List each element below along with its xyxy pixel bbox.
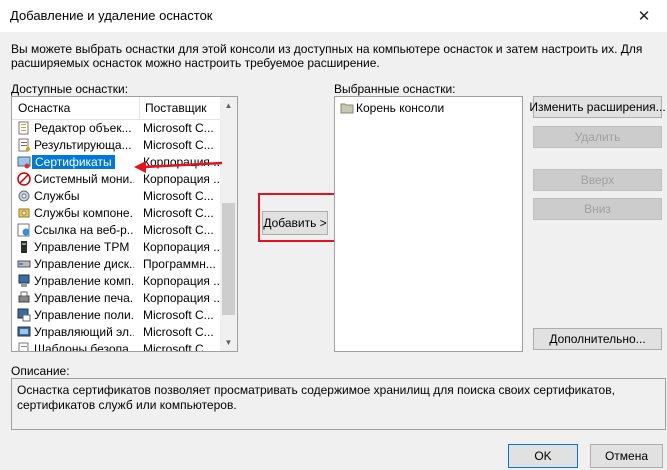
snapin-row[interactable]: Управление диск... Программн... bbox=[12, 256, 220, 273]
snapin-row[interactable]: Управление печа... Корпорация ... bbox=[12, 290, 220, 307]
security-templates-icon bbox=[17, 342, 31, 351]
snapin-vendor: Корпорация ... bbox=[143, 291, 219, 305]
tpm-icon bbox=[17, 240, 31, 254]
rsop-icon bbox=[17, 138, 31, 152]
snapin-name: Управление печа... bbox=[34, 291, 134, 305]
services-icon bbox=[17, 189, 31, 203]
snapin-name: Редактор объек... bbox=[34, 121, 132, 135]
snapin-row[interactable]: Службы Microsoft C... bbox=[12, 188, 220, 205]
performance-monitor-icon bbox=[17, 172, 31, 186]
intro-text: Вы можете выбрать оснастки для этой конс… bbox=[11, 42, 643, 70]
snapin-name: Системный мони... bbox=[34, 172, 134, 186]
snapin-vendor: Microsoft C... bbox=[143, 223, 214, 237]
print-management-icon bbox=[17, 291, 31, 305]
description-label: Описание: bbox=[11, 364, 70, 378]
disk-management-icon bbox=[17, 257, 31, 271]
component-services-icon bbox=[17, 206, 31, 220]
snapin-vendor: Корпорация ... bbox=[143, 240, 219, 254]
selected-snapins-label: Выбранные оснастки: bbox=[334, 82, 456, 96]
snapin-row[interactable]: Управление комп... Корпорация ... bbox=[12, 273, 220, 290]
snapin-name: Управление диск... bbox=[34, 257, 134, 271]
certificates-icon bbox=[17, 155, 31, 169]
snapin-name: Шаблоны безопа... bbox=[34, 342, 134, 352]
window-title: Добавление и удаление оснасток bbox=[10, 8, 213, 23]
snapin-name: Ссылка на веб-р... bbox=[34, 223, 134, 237]
snapin-name: Управление комп... bbox=[34, 274, 134, 288]
snapin-vendor: Корпорация ... bbox=[143, 274, 219, 288]
snapin-vendor: Microsoft C... bbox=[143, 308, 214, 322]
snapin-vendor: Microsoft C... bbox=[143, 138, 214, 152]
snapin-vendor: Microsoft C... bbox=[143, 189, 214, 203]
snapin-row[interactable]: Шаблоны безопа... Microsoft C... bbox=[12, 341, 220, 352]
snapin-row[interactable]: Управление TPM Корпорация ... bbox=[12, 239, 220, 256]
snapin-name: Управление TPM bbox=[34, 240, 130, 254]
object-editor-icon bbox=[17, 121, 31, 135]
cancel-button[interactable]: Отмена bbox=[590, 444, 663, 468]
snapin-row[interactable]: Управляющий эл... Microsoft C... bbox=[12, 324, 220, 341]
close-button[interactable]: ✕ bbox=[621, 0, 667, 32]
snapin-vendor: Программн... bbox=[143, 257, 216, 271]
scroll-up-icon[interactable]: ▲ bbox=[220, 97, 237, 114]
description-text: Оснастка сертификатов позволяет просматр… bbox=[17, 383, 615, 412]
snapin-vendor: Microsoft C... bbox=[143, 325, 214, 339]
advanced-button[interactable]: Дополнительно... bbox=[533, 328, 662, 350]
folder-icon bbox=[340, 103, 354, 114]
move-down-button[interactable]: Вниз bbox=[533, 198, 662, 220]
scroll-thumb[interactable] bbox=[222, 203, 235, 315]
snapin-row[interactable]: Результирующа... Microsoft C... bbox=[12, 137, 220, 154]
description-panel: Оснастка сертификатов позволяет просматр… bbox=[11, 378, 666, 430]
snapin-vendor: Microsoft C... bbox=[143, 206, 214, 220]
scroll-down-icon[interactable]: ▼ bbox=[220, 334, 237, 351]
ok-button[interactable]: OK bbox=[508, 444, 578, 468]
computer-management-icon bbox=[17, 274, 31, 288]
snapin-name: Службы bbox=[34, 189, 80, 203]
snapin-vendor: Microsoft C... bbox=[143, 121, 214, 135]
activex-icon bbox=[17, 325, 31, 339]
snapin-name: Управление поли... bbox=[34, 308, 134, 322]
snapin-row[interactable]: Управление поли... Microsoft C... bbox=[12, 307, 220, 324]
snapin-vendor: Microsoft C... bbox=[143, 342, 214, 352]
snapin-row[interactable]: Редактор объек... Microsoft C... bbox=[12, 120, 220, 137]
snapin-name: Управляющий эл... bbox=[34, 325, 134, 339]
column-header-vendor[interactable]: Поставщик bbox=[139, 101, 207, 115]
edit-extensions-button[interactable]: Изменить расширения... bbox=[529, 96, 666, 118]
snapin-name: Сертификаты bbox=[32, 155, 115, 169]
tree-item-label: Корень консоли bbox=[356, 101, 445, 115]
highlight-box bbox=[258, 193, 344, 242]
list-header: Оснастка Поставщик bbox=[12, 97, 220, 120]
column-header-snapin[interactable]: Оснастка bbox=[12, 101, 70, 115]
web-link-icon bbox=[17, 223, 31, 237]
remove-button[interactable]: Удалить bbox=[533, 126, 662, 148]
snapin-row[interactable]: Службы компоне... Microsoft C... bbox=[12, 205, 220, 222]
selected-snapins-list[interactable]: Корень консоли bbox=[334, 96, 523, 352]
snapin-name: Службы компоне... bbox=[34, 206, 134, 220]
available-snapins-list[interactable]: Оснастка Поставщик Редактор объек... Micr… bbox=[11, 96, 238, 352]
move-up-button[interactable]: Вверх bbox=[533, 169, 662, 191]
title-bar: Добавление и удаление оснасток ✕ bbox=[0, 0, 667, 32]
snapin-row[interactable]: Ссылка на веб-р... Microsoft C... bbox=[12, 222, 220, 239]
close-icon: ✕ bbox=[637, 8, 651, 25]
snapin-name: Результирующа... bbox=[34, 138, 132, 152]
annotation-arrow-icon bbox=[134, 161, 223, 173]
available-snapins-label: Доступные оснастки: bbox=[11, 82, 129, 96]
policy-management-icon bbox=[17, 308, 31, 322]
vertical-scrollbar[interactable]: ▲ ▼ bbox=[220, 97, 237, 351]
